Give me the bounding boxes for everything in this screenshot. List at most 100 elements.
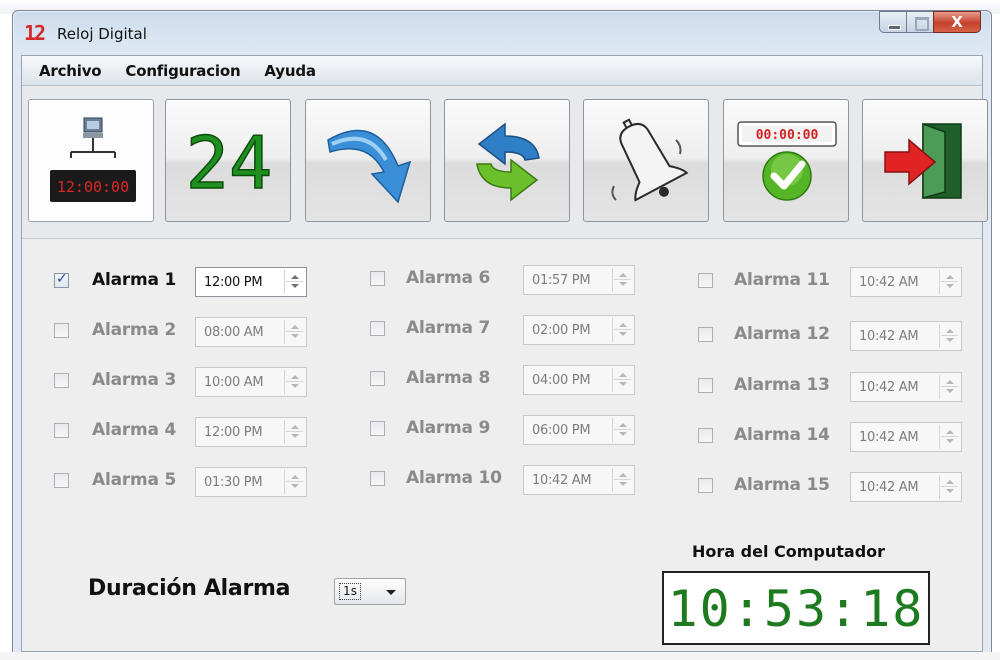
redo-arrow-icon [327,129,412,204]
title-bar[interactable]: 12 Reloj Digital X [13,11,991,55]
close-icon: X [951,13,963,31]
spinner-arrows-icon[interactable] [939,425,959,449]
alarm-9-label: Alarma 9 [406,418,491,438]
minimize-button[interactable] [879,11,907,33]
timer-check-text: 00:00:00 [756,128,819,143]
alarm-5-checkbox[interactable] [54,473,69,488]
window-controls: X [879,11,981,33]
alarm-9-time: 06:00 PM [532,423,591,438]
swap-arrows-icon [476,122,540,202]
alarm-12-label: Alarma 12 [734,324,830,344]
alarm-7-time-spinner[interactable]: 02:00 PM [523,315,635,345]
alarm-8-label: Alarma 8 [406,368,491,388]
close-button[interactable]: X [933,11,981,33]
spinner-arrows-icon[interactable] [284,370,304,394]
alarm-1-checkbox[interactable]: ✓ [54,271,69,288]
alarm-3-time: 10:00 AM [204,375,264,390]
24-hour-button[interactable]: 24 [165,99,291,222]
alarm-6-time-spinner[interactable]: 01:57 PM [523,265,635,295]
bell-icon [611,118,689,202]
spinner-arrows-icon[interactable] [612,268,632,292]
alarm-11-time: 10:42 AM [859,275,919,290]
alarm-13-checkbox[interactable] [698,378,713,393]
alarm-5-time: 01:30 PM [204,475,263,490]
bell-button[interactable] [583,99,709,222]
alarm-4-checkbox[interactable] [54,423,69,438]
alarm-8-checkbox[interactable] [370,371,385,386]
spinner-arrows-icon[interactable] [612,368,632,392]
alarm-13-label: Alarma 13 [734,375,830,395]
alarm-3-checkbox[interactable] [54,373,69,388]
alarm-14-label: Alarma 14 [734,425,830,445]
24-hour-text: 24 [186,121,273,205]
alarm-7-time: 02:00 PM [532,323,591,338]
exit-door-icon [884,122,962,199]
alarm-15-time-spinner[interactable]: 10:42 AM [850,472,962,502]
alarm-11-checkbox[interactable] [698,273,713,288]
alarm-7-checkbox[interactable] [370,321,385,336]
alarm-12-time-spinner[interactable]: 10:42 AM [850,321,962,351]
alarm-10-time-spinner[interactable]: 10:42 AM [523,465,635,495]
alarm-15-checkbox[interactable] [698,478,713,493]
spinner-arrows-icon[interactable] [612,318,632,342]
alarm-15-time: 10:42 AM [859,480,919,495]
alarm-14-time-spinner[interactable]: 10:42 AM [850,422,962,452]
spinner-arrows-icon[interactable] [284,420,304,444]
menu-configuracion[interactable]: Configuracion [125,62,240,80]
alarm-13-time-spinner[interactable]: 10:42 AM [850,372,962,402]
alarm-10-time: 10:42 AM [532,473,592,488]
spinner-arrows-icon[interactable] [939,270,959,294]
alarm-4-time-spinner[interactable]: 12:00 PM [195,417,307,447]
spinner-arrows-icon[interactable] [284,270,304,294]
alarm-3-time-spinner[interactable]: 10:00 AM [195,367,307,397]
menu-archivo[interactable]: Archivo [39,62,102,80]
chevron-down-icon [386,590,396,595]
alarm-6-time: 01:57 PM [532,273,591,288]
spinner-arrows-icon[interactable] [612,468,632,492]
alarm-6-checkbox[interactable] [370,271,385,286]
spinner-arrows-icon[interactable] [284,470,304,494]
computer-time-value: 10:53:18 [667,580,925,638]
maximize-button[interactable] [906,11,934,33]
alarm-10-checkbox[interactable] [370,471,385,486]
alarm-5-time-spinner[interactable]: 01:30 PM [195,467,307,497]
alarm-10-label: Alarma 10 [406,468,502,488]
swap-button[interactable] [444,99,570,222]
redo-button[interactable] [305,99,431,222]
alarm-11-time-spinner[interactable]: 10:42 AM [850,267,962,297]
alarm-11-label: Alarma 11 [734,270,830,290]
alarm-6-label: Alarma 6 [406,268,491,288]
alarm-9-checkbox[interactable] [370,421,385,436]
toolbar: 12:00:00 24 00:00:00 [22,87,988,239]
spinner-arrows-icon[interactable] [939,475,959,499]
alarm-2-time-spinner[interactable]: 08:00 AM [195,317,307,347]
spinner-arrows-icon[interactable] [612,418,632,442]
alarm-2-checkbox[interactable] [54,323,69,338]
alarm-8-time-spinner[interactable]: 04:00 PM [523,365,635,395]
exit-button[interactable] [862,99,988,222]
alarm-3-label: Alarma 3 [92,370,177,390]
menu-bar: Archivo Configuracion Ayuda [22,56,982,86]
alarm-13-time: 10:42 AM [859,380,919,395]
alarm-14-checkbox[interactable] [698,428,713,443]
alarm-9-time-spinner[interactable]: 06:00 PM [523,415,635,445]
computer-time-display: 10:53:18 [662,571,930,645]
checkmark-icon: ✓ [56,271,68,287]
menu-ayuda[interactable]: Ayuda [264,62,316,80]
spinner-arrows-icon[interactable] [939,324,959,348]
timer-check-button[interactable]: 00:00:00 [723,99,849,222]
alarm-12-time: 10:42 AM [859,329,919,344]
desktop-background-bottom [0,652,1000,660]
alarm-1-time-spinner[interactable]: 12:00 PM [195,267,307,297]
spinner-arrows-icon[interactable] [284,320,304,344]
alarm-1-time: 12:00 PM [204,275,263,290]
24-hour-icon: 24 [185,120,273,206]
alarm-2-time: 08:00 AM [204,325,264,340]
spinner-arrows-icon[interactable] [939,375,959,399]
alarm-12-checkbox[interactable] [698,327,713,342]
computer-clock-button[interactable]: 12:00:00 [28,99,154,222]
alarm-14-time: 10:42 AM [859,430,919,445]
alarm-duration-select[interactable]: 1s [334,578,406,605]
window-title: Reloj Digital [57,25,147,43]
computer-clock-text: 12:00:00 [57,178,129,196]
